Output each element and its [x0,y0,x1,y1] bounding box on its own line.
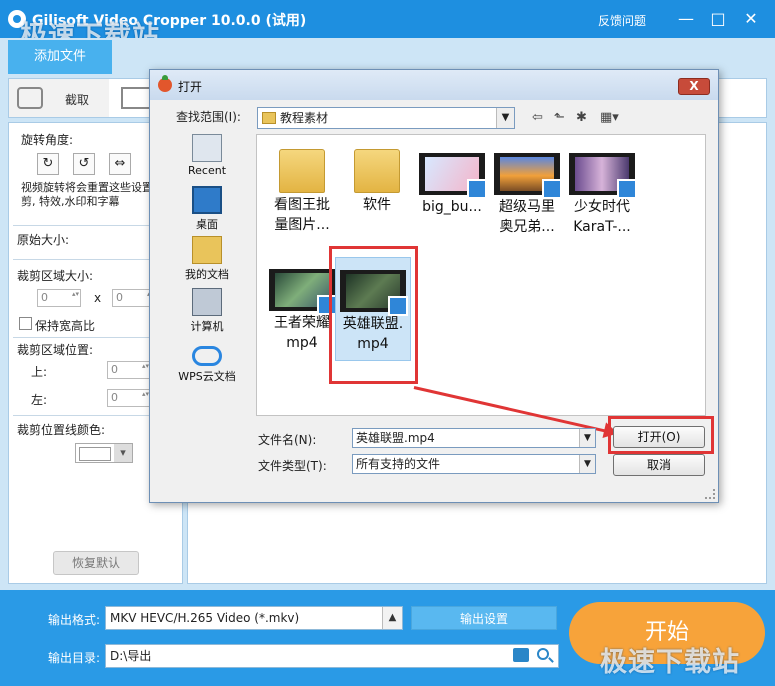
add-file-button[interactable]: 添加文件 [8,40,112,74]
chevron-down-icon[interactable]: ▼ [579,455,595,473]
file-item[interactable]: 看图王批 量图片... [262,141,342,235]
file-list: 看图王批 量图片... 软件 big_bu... 超级马里 奥兄弟... 少女时… [256,134,706,416]
place-label: 计算机 [190,320,224,333]
place-label: 我的文档 [185,268,229,281]
minimize-button[interactable]: — [676,9,696,29]
place-recent[interactable]: Recent [172,134,242,177]
video-thumbnail-icon [494,153,562,199]
file-item[interactable]: 软件 [337,141,417,215]
up-folder-icon[interactable]: ⬑ [554,110,565,126]
look-in-label: 查找范围(I): [176,110,241,124]
new-folder-icon[interactable]: ✱ [576,110,587,126]
app-icon [158,75,172,92]
file-name: 看图王批 [274,197,330,213]
crop-left-input[interactable]: 0 [107,389,151,407]
video-thumbnail-icon [419,153,487,199]
file-name-cont: KaraT-... [573,219,631,235]
crop-width-input[interactable]: 0 [37,289,81,307]
folder-icon[interactable] [513,648,529,662]
output-format-select[interactable]: MKV HEVC/H.265 Video (*.mkv) ▲ [105,606,403,630]
restore-default-button[interactable]: 恢复默认 [53,551,139,575]
recent-icon [192,134,222,162]
size-separator: x [94,291,102,305]
crop-tab-label: 截取 [65,93,90,107]
place-wps-cloud[interactable]: WPS云文档 [172,340,242,384]
left-label: 左: [31,393,48,407]
filename-value: 英雄联盟.mp4 [356,431,435,445]
film-icon[interactable] [121,87,151,109]
look-in-select[interactable]: 教程素材 ▼ [257,107,515,129]
computer-icon [192,288,222,316]
back-icon[interactable]: ⇦ [532,110,543,126]
cancel-button[interactable]: 取消 [613,454,705,476]
highlight-box [608,416,714,454]
rotate-label: 旋转角度: [21,133,74,147]
place-label: Recent [187,164,227,177]
output-dir-label: 输出目录: [48,651,101,665]
file-name-cont: 奥兄弟... [499,219,555,235]
file-name: 超级马里 [499,199,555,215]
output-dir-field[interactable]: D:\导出 [105,644,559,668]
filetype-label: 文件类型(T): [258,459,327,473]
resize-grip[interactable] [705,489,715,499]
maximize-button[interactable]: □ [708,9,728,29]
folder-icon [279,149,325,193]
cloud-icon [192,346,222,366]
documents-icon [192,236,222,264]
look-in-value: 教程素材 [280,111,329,125]
file-item[interactable]: big_bu... [412,141,492,217]
chevron-down-icon[interactable]: ▼ [579,429,595,447]
file-item[interactable]: 超级马里 奥兄弟... [487,141,567,237]
output-settings-button[interactable]: 输出设置 [411,606,557,630]
filename-input[interactable]: 英雄联盟.mp4 ▼ [352,428,596,448]
original-size-label: 原始大小: [17,233,70,247]
file-name: 软件 [363,197,391,213]
highlight-box [329,246,418,384]
video-thumbnail-icon [569,153,637,199]
open-file-dialog: 打开 X 查找范围(I): 教程素材 ▼ ⇦ ⬑ ✱ ▦▾ Recent 桌面 … [149,69,719,503]
crop-top-input[interactable]: 0 [107,361,151,379]
search-icon[interactable] [537,648,549,660]
place-documents[interactable]: 我的文档 [172,236,242,282]
dialog-title-bar: 打开 X [150,70,718,100]
rotate-ccw-button[interactable]: ↺ [73,153,95,175]
places-bar: Recent 桌面 我的文档 计算机 WPS云文档 [172,134,242,394]
feedback-link[interactable]: 反馈问题 [598,12,646,29]
file-item[interactable]: 少女时代 KaraT-... [562,141,642,237]
output-format-label: 输出格式: [48,613,101,627]
dialog-title: 打开 [178,80,203,94]
place-computer[interactable]: 计算机 [172,288,242,334]
video-thumbnail-icon [269,269,337,315]
watermark-bottom: 极速下载站 [600,647,740,678]
chevron-down-icon[interactable]: ▼ [496,108,514,128]
flip-horizontal-button[interactable]: ⇔ [109,153,131,175]
top-label: 上: [31,365,48,379]
place-label: WPS云文档 [178,370,236,383]
dialog-close-button[interactable]: X [678,78,710,95]
rotate-cw-button[interactable]: ↻ [37,153,59,175]
chevron-up-icon[interactable]: ▲ [382,607,402,629]
file-name-cont: 量图片... [274,217,330,233]
folder-icon [262,112,276,124]
file-name: big_bu... [422,199,482,215]
crop-position-label: 裁剪区域位置: [17,343,94,357]
close-button[interactable]: ✕ [741,9,761,29]
desktop-icon [192,186,222,214]
keep-ratio-checkbox[interactable] [19,317,32,330]
line-color-label: 裁剪位置线颜色: [17,423,106,437]
line-color-picker[interactable] [75,443,133,463]
crop-tab[interactable]: 截取 [9,79,109,117]
filetype-select[interactable]: 所有支持的文件 ▼ [352,454,596,474]
file-name: 少女时代 [574,199,630,215]
keep-ratio-label: 保持宽高比 [35,319,96,333]
filetype-value: 所有支持的文件 [356,457,441,471]
crop-size-label: 裁剪区域大小: [17,269,94,283]
view-menu-icon[interactable]: ▦▾ [600,110,619,126]
output-format-value: MKV HEVC/H.265 Video (*.mkv) [110,611,300,625]
crop-icon [17,87,43,109]
folder-icon [354,149,400,193]
filename-label: 文件名(N): [258,433,317,447]
place-label: 桌面 [196,218,218,231]
place-desktop[interactable]: 桌面 [172,186,242,232]
